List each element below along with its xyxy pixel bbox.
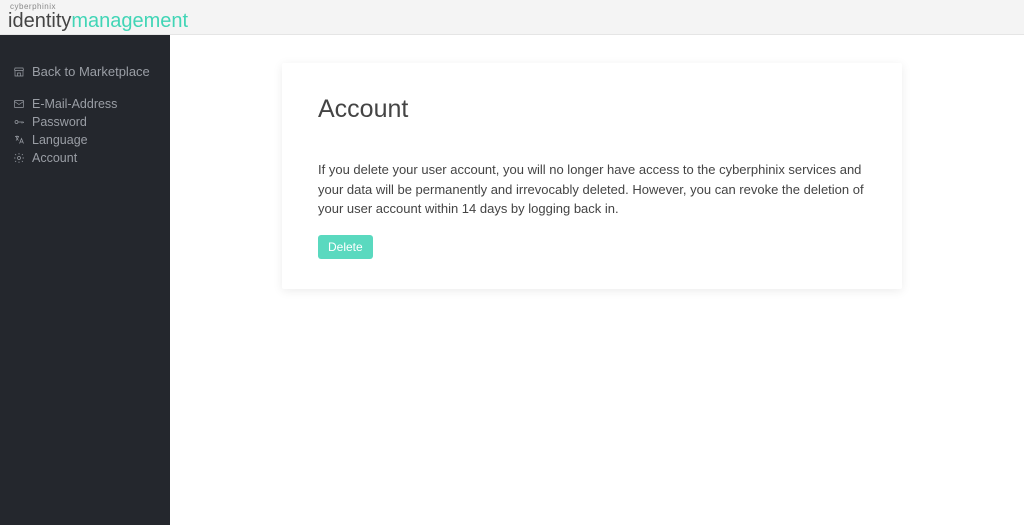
account-card: Account If you delete your user account,…: [282, 63, 902, 289]
sidebar: Back to Marketplace E-Mail-Address Passw…: [0, 35, 170, 525]
sidebar-item-label: Back to Marketplace: [32, 62, 150, 82]
brand-main-1: identity: [8, 11, 71, 31]
top-header: cyberphinix identity management: [0, 0, 1024, 35]
language-icon: [12, 133, 26, 147]
sidebar-item-marketplace[interactable]: Back to Marketplace: [0, 63, 170, 81]
brand-logo[interactable]: cyberphinix identity management: [8, 3, 188, 31]
main-content: Account If you delete your user account,…: [170, 35, 1024, 525]
sidebar-item-label: Account: [32, 149, 77, 168]
sidebar-item-label: E-Mail-Address: [32, 95, 117, 114]
account-delete-description: If you delete your user account, you wil…: [318, 160, 866, 219]
delete-account-button[interactable]: Delete: [318, 235, 373, 259]
gear-icon: [12, 151, 26, 165]
sidebar-item-label: Language: [32, 131, 88, 150]
mail-icon: [12, 97, 26, 111]
sidebar-item-label: Password: [32, 113, 87, 132]
sidebar-item-email[interactable]: E-Mail-Address: [0, 95, 170, 113]
sidebar-item-password[interactable]: Password: [0, 113, 170, 131]
sidebar-item-language[interactable]: Language: [0, 131, 170, 149]
page-title: Account: [318, 95, 866, 124]
key-icon: [12, 115, 26, 129]
store-icon: [12, 65, 26, 79]
sidebar-item-account[interactable]: Account: [0, 149, 170, 167]
brand-main-2: management: [71, 11, 188, 31]
